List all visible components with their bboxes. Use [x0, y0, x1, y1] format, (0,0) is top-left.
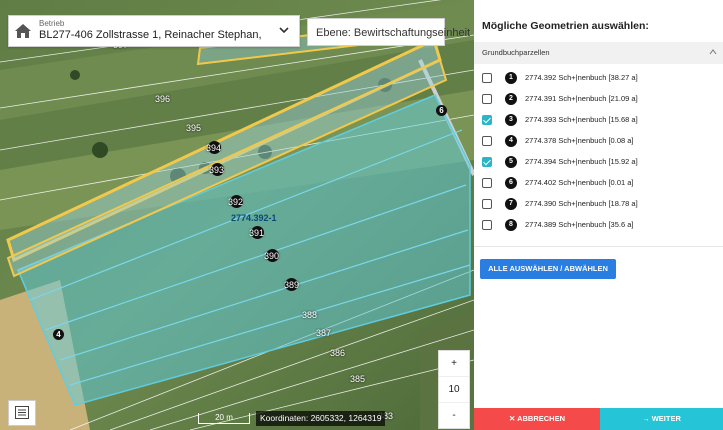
parcel-number-badge: 7: [505, 198, 517, 210]
parcel-number-badge: 6: [505, 177, 517, 189]
map-marker[interactable]: 6: [436, 105, 447, 116]
scale-label: 20 m: [198, 413, 250, 424]
legend-button[interactable]: [8, 400, 36, 426]
list-icon: [15, 406, 29, 419]
parcel-label: 2774.392 Sch+|nenbuch [38.27 a]: [525, 73, 638, 82]
parcel-row[interactable]: 1 2774.392 Sch+|nenbuch [38.27 a]: [482, 69, 717, 89]
section-title: Grundbuchparzellen: [482, 48, 550, 57]
parcel-label: 389: [284, 280, 300, 290]
map-marker[interactable]: 4: [53, 329, 64, 340]
parcel-checkbox[interactable]: [482, 115, 492, 125]
betrieb-selector[interactable]: Betrieb BL277-406 Zollstrasse 1, Reinach…: [8, 15, 300, 47]
ebene-display[interactable]: Ebene: Bewirtschaftungseinheit: [307, 18, 470, 46]
section-header-grundbuchparzellen[interactable]: Grundbuchparzellen: [474, 42, 723, 64]
chevron-up-icon: [709, 49, 717, 55]
betrieb-value: BL277-406 Zollstrasse 1, Reinacher Steph…: [39, 29, 264, 41]
parcel-checkbox[interactable]: [482, 157, 492, 167]
parcel-number-badge: 5: [505, 156, 517, 168]
parcel-label: 394: [206, 143, 222, 153]
parcel-checkbox[interactable]: [482, 178, 492, 188]
next-button[interactable]: → WEITER: [600, 408, 723, 430]
zoom-in-button[interactable]: +: [439, 351, 469, 377]
zoom-level: 10: [439, 377, 469, 403]
parcel-label: 2774.402 Sch+|nenbuch [0.01 a]: [525, 178, 634, 187]
parcel-label: 395: [186, 123, 202, 133]
select-all-button[interactable]: ALLE AUSWÄHLEN / ABWÄHLEN: [480, 259, 616, 279]
home-icon: [15, 24, 31, 38]
parcel-row[interactable]: 5 2774.394 Sch+|nenbuch [15.92 a]: [482, 153, 717, 173]
betrieb-label: Betrieb: [39, 19, 65, 28]
coordinates-display: Koordinaten: 2605332, 1264319: [256, 411, 386, 426]
parcel-checkbox[interactable]: [482, 199, 492, 209]
parcel-label: 2774.378 Sch+|nenbuch [0.08 a]: [525, 136, 634, 145]
parcel-label: 388: [302, 310, 318, 320]
parcel-label: 386: [330, 348, 346, 358]
parcel-checkbox[interactable]: [482, 136, 492, 146]
parcel-label: 2774.391 Sch+|nenbuch [21.09 a]: [525, 94, 638, 103]
parcel-label: 390: [264, 251, 280, 261]
parcel-label: 2774.394 Sch+|nenbuch [15.92 a]: [525, 157, 638, 166]
chevron-down-icon: [279, 27, 289, 34]
parcel-label: 2774.390 Sch+|nenbuch [18.78 a]: [525, 199, 638, 208]
parcel-number-badge: 3: [505, 114, 517, 126]
parcel-row[interactable]: 6 2774.402 Sch+|nenbuch [0.01 a]: [482, 174, 717, 194]
parcel-row[interactable]: 7 2774.390 Sch+|nenbuch [18.78 a]: [482, 195, 717, 215]
parcel-label: 393: [209, 165, 225, 175]
parcel-checkbox[interactable]: [482, 220, 492, 230]
panel-title: Mögliche Geometrien auswählen:: [482, 20, 649, 32]
parcel-label: 385: [350, 374, 366, 384]
cancel-button[interactable]: ✕ ABBRECHEN: [474, 408, 600, 430]
parcel-label: 392: [228, 197, 244, 207]
parcel-row[interactable]: 8 2774.389 Sch+|nenbuch [35.6 a]: [482, 216, 717, 236]
parcel-number-badge: 2: [505, 93, 517, 105]
parcel-label: 2774.389 Sch+|nenbuch [35.6 a]: [525, 220, 634, 229]
zoom-out-button[interactable]: -: [439, 403, 469, 428]
zoom-control: + 10 -: [438, 350, 470, 429]
parcel-checkbox[interactable]: [482, 94, 492, 104]
parcel-number-badge: 4: [505, 135, 517, 147]
parcel-checkbox[interactable]: [482, 73, 492, 83]
parcel-number-badge: 1: [505, 72, 517, 84]
divider: [474, 246, 723, 247]
parcel-row[interactable]: 2 2774.391 Sch+|nenbuch [21.09 a]: [482, 90, 717, 110]
parcel-label: 391: [249, 228, 265, 238]
map-view[interactable]: 397 396 395 394 393 392 2774.392-1 391 3…: [0, 0, 474, 430]
geometry-panel: Mögliche Geometrien auswählen: Grundbuch…: [474, 0, 723, 430]
parcel-row[interactable]: 3 2774.393 Sch+|nenbuch [15.68 a]: [482, 111, 717, 131]
parcel-label: 387: [316, 328, 332, 338]
parcel-number-badge: 8: [505, 219, 517, 231]
parcel-label: 396: [155, 94, 171, 104]
parcel-id-label: 2774.392-1: [231, 213, 277, 223]
parcel-row[interactable]: 4 2774.378 Sch+|nenbuch [0.08 a]: [482, 132, 717, 152]
parcel-label: 2774.393 Sch+|nenbuch [15.68 a]: [525, 115, 638, 124]
